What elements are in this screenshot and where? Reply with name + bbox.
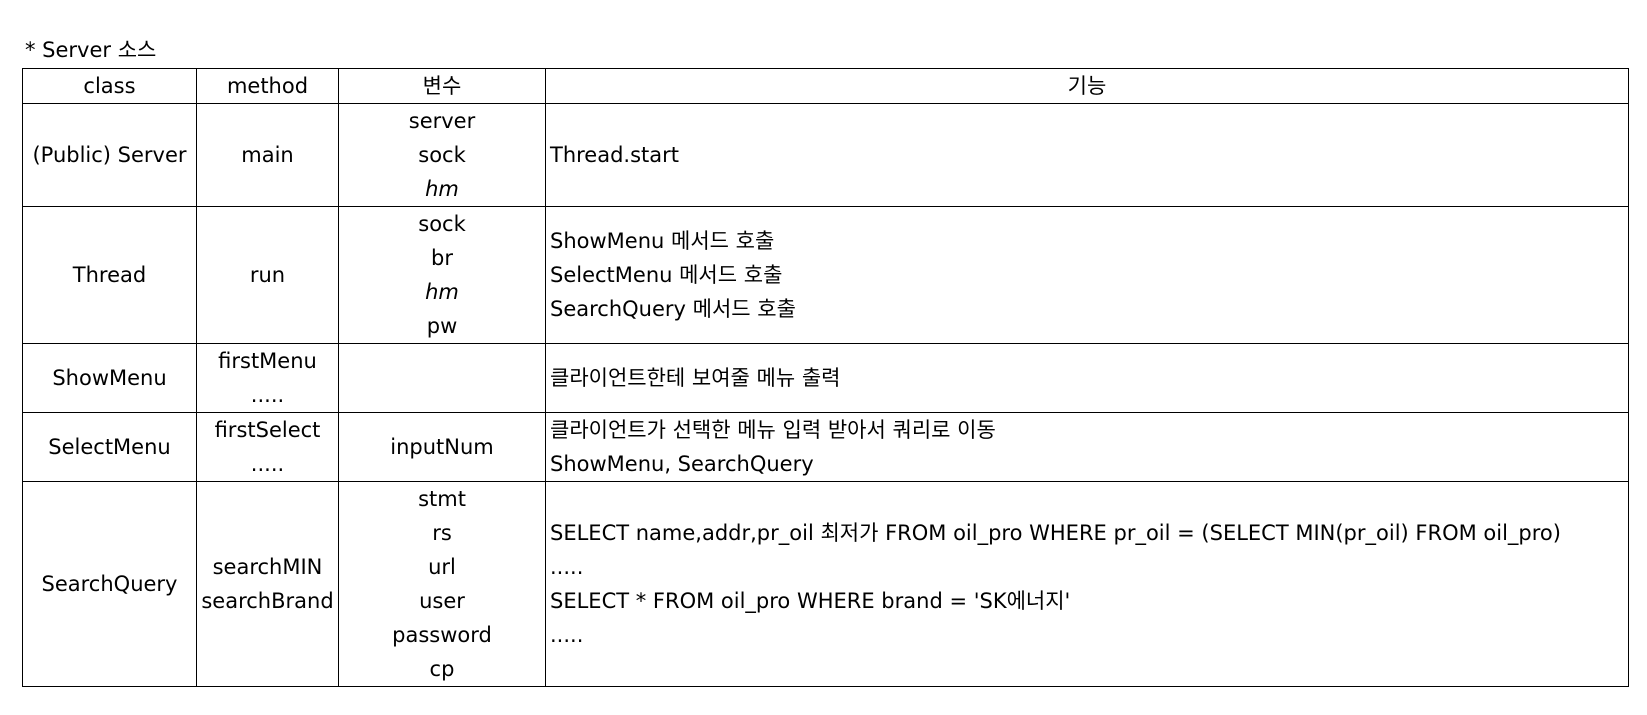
variable-name: password: [392, 623, 492, 647]
function-cell: Thread.start: [545, 103, 1629, 207]
table-row: ShowMenu firstMenu ..... 클라이언트한테 보여줄 메뉴 …: [22, 343, 1629, 413]
variables-cell: server sock hm: [338, 103, 546, 207]
method-name: .....: [250, 383, 285, 407]
document-caption: * Server 소스: [25, 38, 157, 62]
variables-cell: stmt rs url user password cp: [338, 481, 546, 687]
method-name: main: [241, 143, 294, 167]
method-name: .....: [250, 452, 285, 476]
variable-name: hm: [425, 177, 459, 201]
variable-name: sock: [418, 212, 466, 236]
server-source-table: class method 변수 기능 (Public) Server main …: [22, 68, 1629, 687]
class-cell: Thread: [22, 206, 197, 344]
function-cell: ShowMenu 메서드 호출 SelectMenu 메서드 호출 Search…: [545, 206, 1629, 344]
method-cell: firstSelect .....: [196, 412, 339, 482]
variables-cell: sock br hm pw: [338, 206, 546, 344]
class-cell: SelectMenu: [22, 412, 197, 482]
variable-name: server: [408, 109, 476, 133]
header-method: method: [196, 68, 339, 104]
function-line: ShowMenu 메서드 호출: [550, 229, 775, 253]
method-name: searchMIN: [212, 555, 323, 579]
table-header-row: class method 변수 기능: [22, 68, 1629, 104]
table-row: Thread run sock br hm pw ShowMenu 메서드 호출…: [22, 206, 1629, 344]
function-line: 클라이언트가 선택한 메뉴 입력 받아서 쿼리로 이동: [550, 418, 996, 442]
function-line: ShowMenu, SearchQuery: [550, 452, 814, 476]
class-cell: (Public) Server: [22, 103, 197, 207]
method-name: searchBrand: [201, 589, 334, 613]
function-cell: 클라이언트한테 보여줄 메뉴 출력: [545, 343, 1629, 413]
table-row: SearchQuery searchMIN searchBrand stmt r…: [22, 481, 1629, 687]
table-row: SelectMenu firstSelect ..... inputNum 클라…: [22, 412, 1629, 482]
variable-name: inputNum: [390, 435, 494, 459]
function-line: .....: [550, 623, 584, 647]
function-line: 클라이언트한테 보여줄 메뉴 출력: [550, 366, 841, 390]
variables-cell: inputNum: [338, 412, 546, 482]
variable-name: pw: [426, 314, 458, 338]
variable-name: sock: [418, 143, 466, 167]
method-name: firstMenu: [218, 349, 317, 373]
variables-cell: [338, 343, 546, 413]
variable-name: hm: [425, 280, 459, 304]
class-cell: SearchQuery: [22, 481, 197, 687]
method-cell: firstMenu .....: [196, 343, 339, 413]
function-cell: SELECT name,addr,pr_oil 최저가 FROM oil_pro…: [545, 481, 1629, 687]
header-function: 기능: [545, 68, 1629, 104]
function-line: SelectMenu 메서드 호출: [550, 263, 783, 287]
function-line: SearchQuery 메서드 호출: [550, 297, 796, 321]
function-cell: 클라이언트가 선택한 메뉴 입력 받아서 쿼리로 이동 ShowMenu, Se…: [545, 412, 1629, 482]
header-variables: 변수: [338, 68, 546, 104]
class-cell: ShowMenu: [22, 343, 197, 413]
variable-name: stmt: [418, 487, 466, 511]
function-line: SELECT * FROM oil_pro WHERE brand = 'SK에…: [550, 589, 1071, 613]
variable-name: user: [419, 589, 465, 613]
table-row: (Public) Server main server sock hm Thre…: [22, 103, 1629, 207]
variable-name: cp: [429, 657, 455, 681]
method-name: run: [249, 263, 286, 287]
function-line: SELECT name,addr,pr_oil 최저가 FROM oil_pro…: [550, 521, 1561, 545]
method-cell: main: [196, 103, 339, 207]
header-class: class: [22, 68, 197, 104]
function-line: .....: [550, 555, 584, 579]
function-line: Thread.start: [550, 143, 680, 167]
method-name: firstSelect: [214, 418, 321, 442]
variable-name: url: [428, 555, 456, 579]
variable-name: rs: [432, 521, 452, 545]
method-cell: searchMIN searchBrand: [196, 481, 339, 687]
variable-name: br: [431, 246, 453, 270]
method-cell: run: [196, 206, 339, 344]
